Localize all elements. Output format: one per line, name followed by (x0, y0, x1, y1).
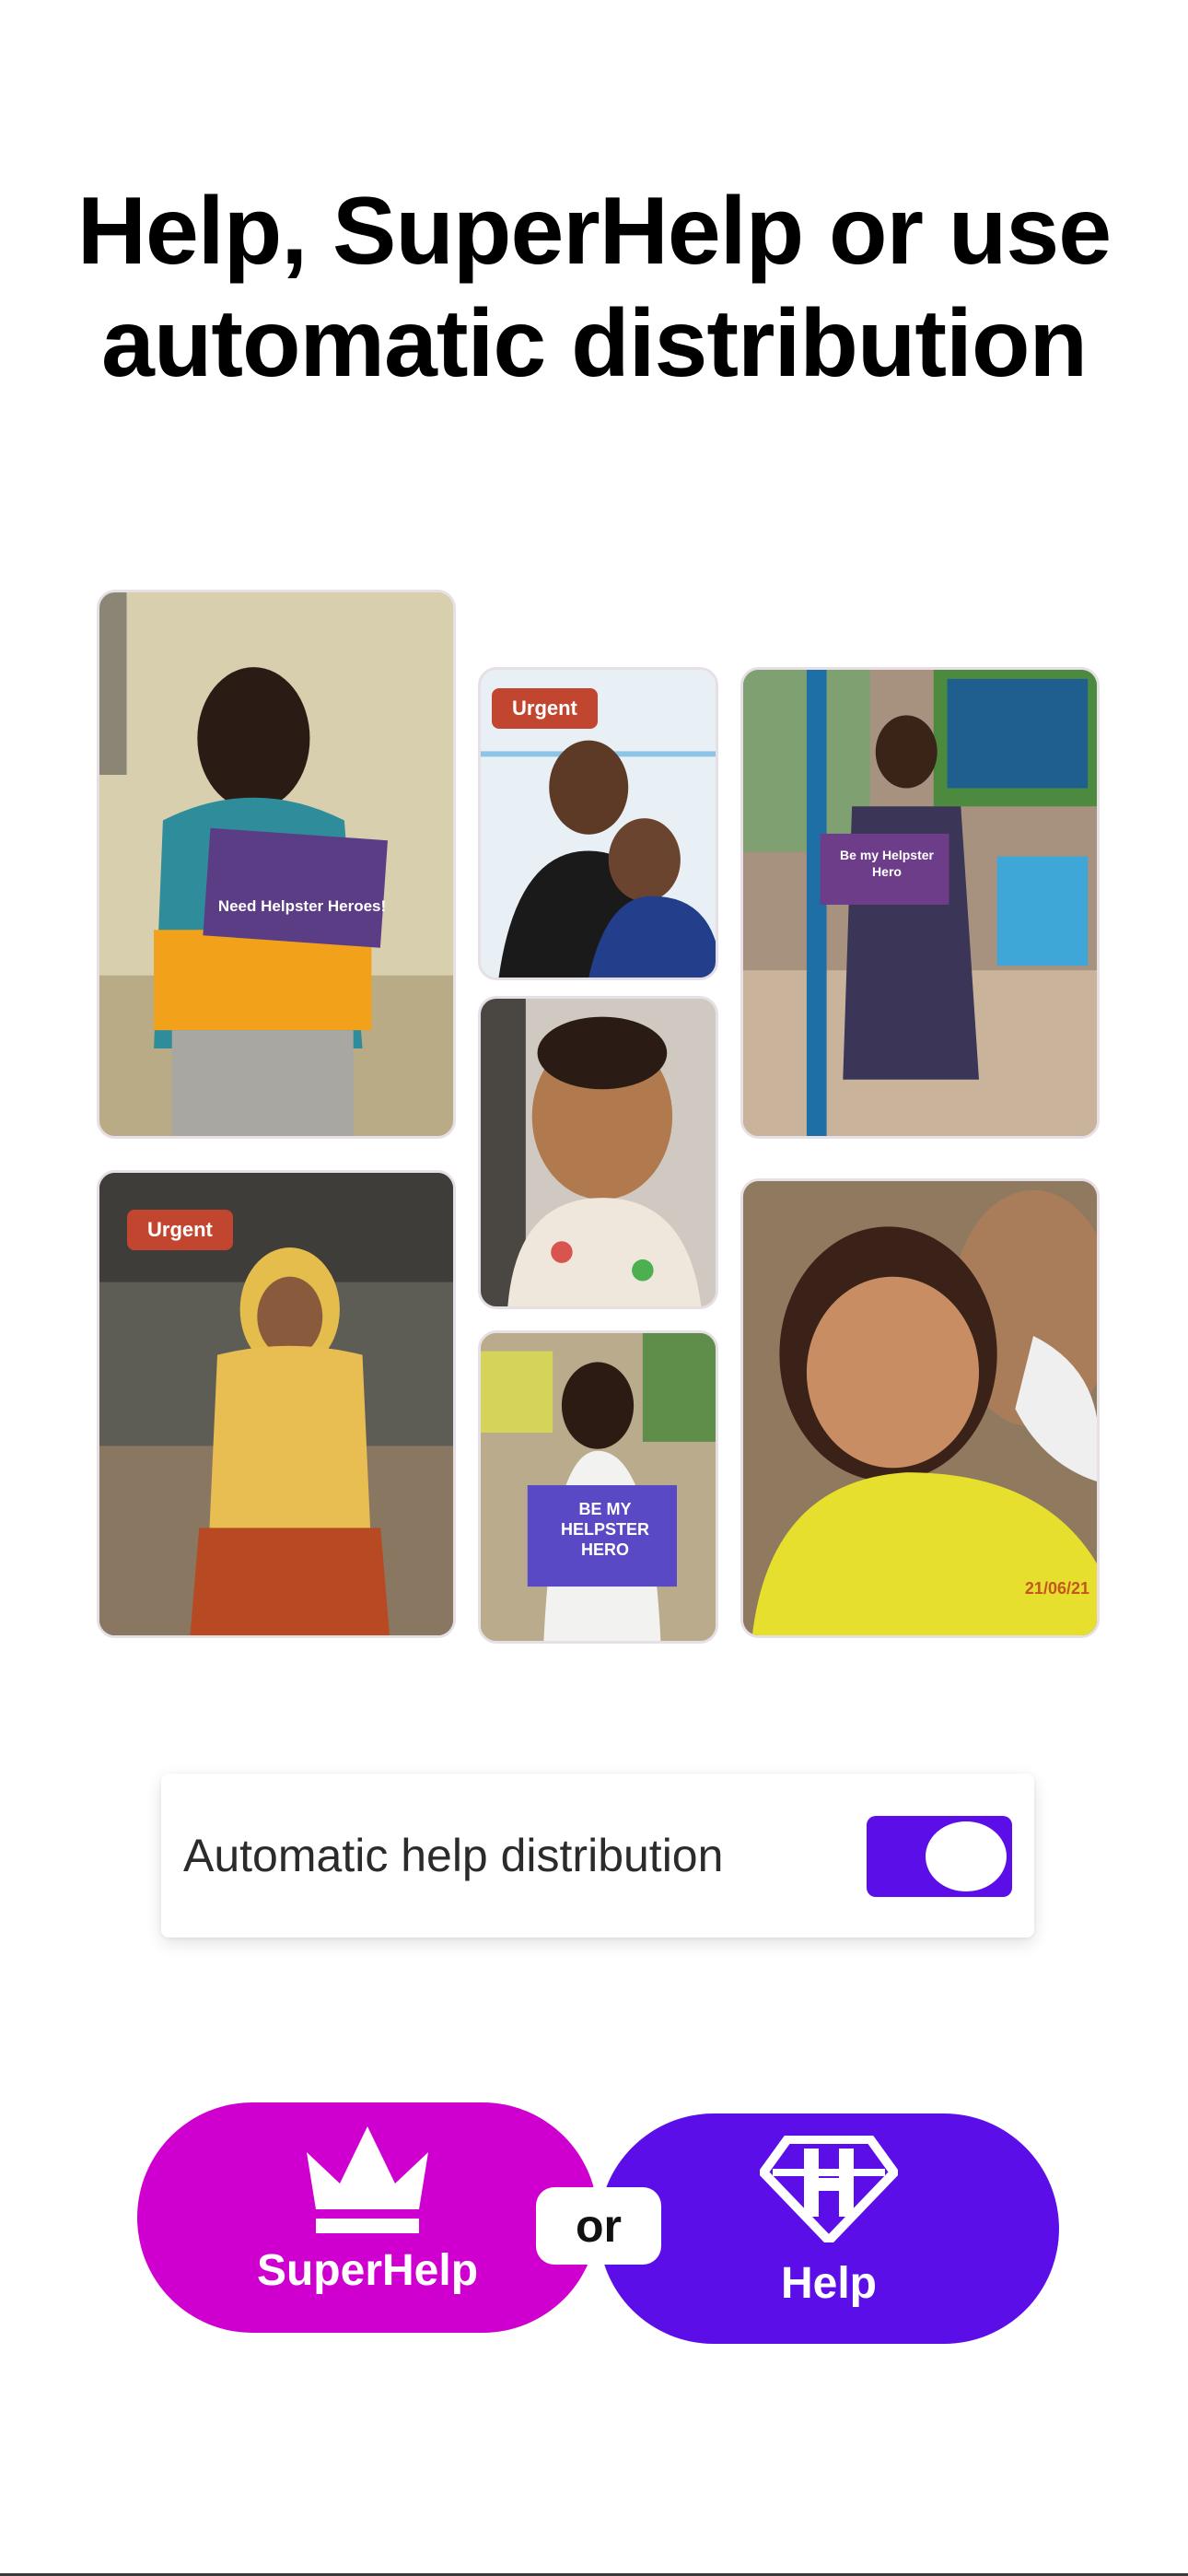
child-photo-tile[interactable]: Urgent (97, 1170, 456, 1638)
photo-date-stamp: 21/06/21 (1024, 1579, 1089, 1598)
child-photo-tile[interactable]: BE MY HELPSTER HERO (478, 1330, 718, 1644)
page-title-line-2: automatic distribution (101, 290, 1088, 397)
child-photo-tile[interactable]: Be my Helpster Hero (740, 667, 1100, 1139)
child-photo-image (99, 592, 453, 1136)
superhelp-label: SuperHelp (256, 2246, 479, 2295)
sign-text: Be my Helpster Hero (840, 848, 934, 879)
child-photo-tile[interactable] (478, 996, 718, 1309)
child-photo-image (743, 670, 1097, 1136)
child-photo-image (743, 1181, 1097, 1635)
toggle-knob (926, 1821, 1007, 1891)
help-button[interactable]: Help (599, 2113, 1059, 2344)
child-photo-image (481, 999, 716, 1306)
or-separator: or (536, 2187, 661, 2265)
page-title-line-1: Help, SuperHelp or use (76, 178, 1112, 285)
sign-text: BE MY HELPSTER HERO (560, 1500, 649, 1559)
child-photo-image (481, 1333, 716, 1641)
page-title: Help, SuperHelp or use automatic distrib… (0, 175, 1188, 400)
automatic-distribution-toggle[interactable] (867, 1816, 1012, 1897)
child-photo-tile[interactable]: Need Helpster Heroes! (97, 590, 456, 1139)
child-photo-tile[interactable]: Urgent (478, 667, 718, 980)
automatic-distribution-label: Automatic help distribution (183, 1830, 724, 1881)
child-photo-tile[interactable]: 21/06/21 (740, 1178, 1100, 1638)
automatic-distribution-card: Automatic help distribution (161, 1774, 1034, 1938)
shield-h-icon (760, 2136, 898, 2242)
urgent-badge: Urgent (492, 688, 598, 729)
sign-text: Need Helpster Heroes! (217, 897, 387, 915)
help-label: Help (780, 2259, 877, 2308)
crown-icon (307, 2126, 428, 2233)
urgent-badge: Urgent (127, 1210, 233, 1250)
superhelp-button[interactable]: SuperHelp (137, 2102, 598, 2333)
